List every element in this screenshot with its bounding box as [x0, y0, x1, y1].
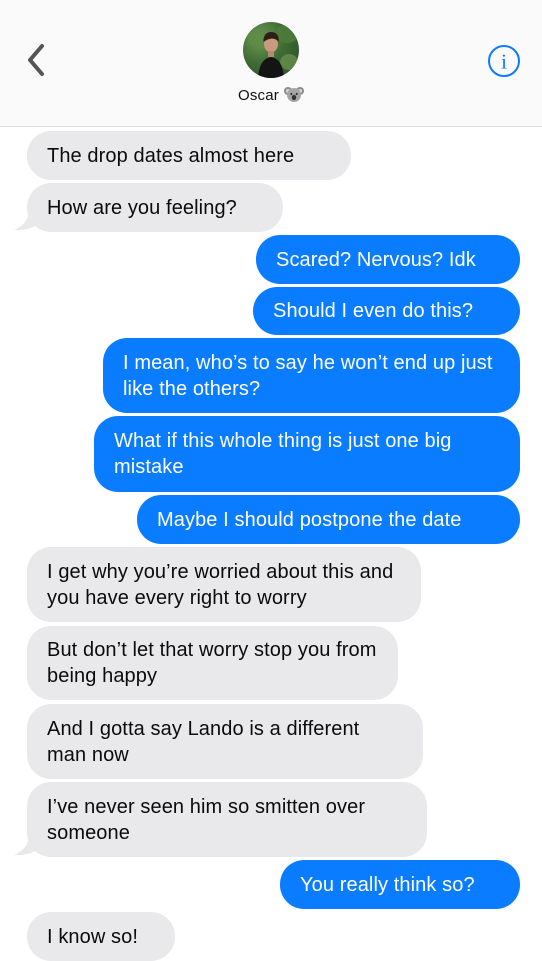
incoming-bubble-tail	[14, 206, 42, 231]
message-text: The drop dates almost here	[47, 144, 295, 167]
message-text: But don’t let that worry stop you from b…	[47, 639, 377, 687]
message-bubble-incoming[interactable]: I know so!	[27, 912, 175, 961]
message-text: I know so!	[47, 925, 139, 948]
svg-text:i: i	[501, 50, 507, 74]
message-bubble-outgoing[interactable]: Scared? Nervous? Idk	[256, 235, 520, 284]
message-text: What if this whole thing is just one big…	[114, 430, 452, 478]
message-bubble-incoming[interactable]: But don’t let that worry stop you from b…	[27, 626, 398, 700]
message-text: And I gotta say Lando is a different man…	[47, 717, 360, 766]
koala-emoji	[284, 85, 304, 107]
message-bubble-outgoing[interactable]: Maybe I should postpone the date	[137, 495, 520, 544]
message-bubble-outgoing[interactable]: You really think so?	[280, 860, 520, 909]
message-bubble-outgoing[interactable]: Should I even do this?	[253, 287, 520, 335]
contact-avatar[interactable]	[243, 22, 299, 78]
chevron-left-icon	[28, 44, 44, 76]
info-button[interactable]: i	[487, 44, 521, 78]
message-bubble-incoming[interactable]: I get why you’re worried about this and …	[27, 547, 421, 622]
message-bubble-outgoing[interactable]: What if this whole thing is just one big…	[94, 416, 520, 492]
message-bubble-outgoing[interactable]: I mean, who’s to say he won’t end up jus…	[103, 338, 520, 413]
message-bubble-incoming[interactable]: The drop dates almost here	[27, 131, 351, 180]
message-text: Should I even do this?	[273, 300, 474, 322]
message-text: I’ve never seen him so smitten over some…	[47, 795, 366, 844]
message-text: I mean, who’s to say he won’t end up jus…	[123, 351, 493, 400]
back-button[interactable]	[22, 40, 52, 80]
info-circle-icon: i	[488, 45, 520, 77]
message-text: Maybe I should postpone the date	[157, 508, 462, 531]
message-bubble-incoming[interactable]: How are you feeling?	[27, 183, 283, 232]
conversation-header: Oscar i	[0, 0, 542, 127]
message-text: You really think so?	[300, 873, 475, 896]
message-bubble-incoming[interactable]: I’ve never seen him so smitten over some…	[27, 782, 427, 857]
contact-name[interactable]: Oscar	[0, 85, 542, 107]
message-bubble-incoming[interactable]: And I gotta say Lando is a different man…	[27, 704, 423, 779]
message-text: How are you feeling?	[47, 196, 237, 219]
message-text: I get why you’re worried about this and …	[47, 560, 394, 609]
incoming-bubble-tail	[14, 831, 42, 856]
message-text: Scared? Nervous? Idk	[276, 248, 476, 271]
